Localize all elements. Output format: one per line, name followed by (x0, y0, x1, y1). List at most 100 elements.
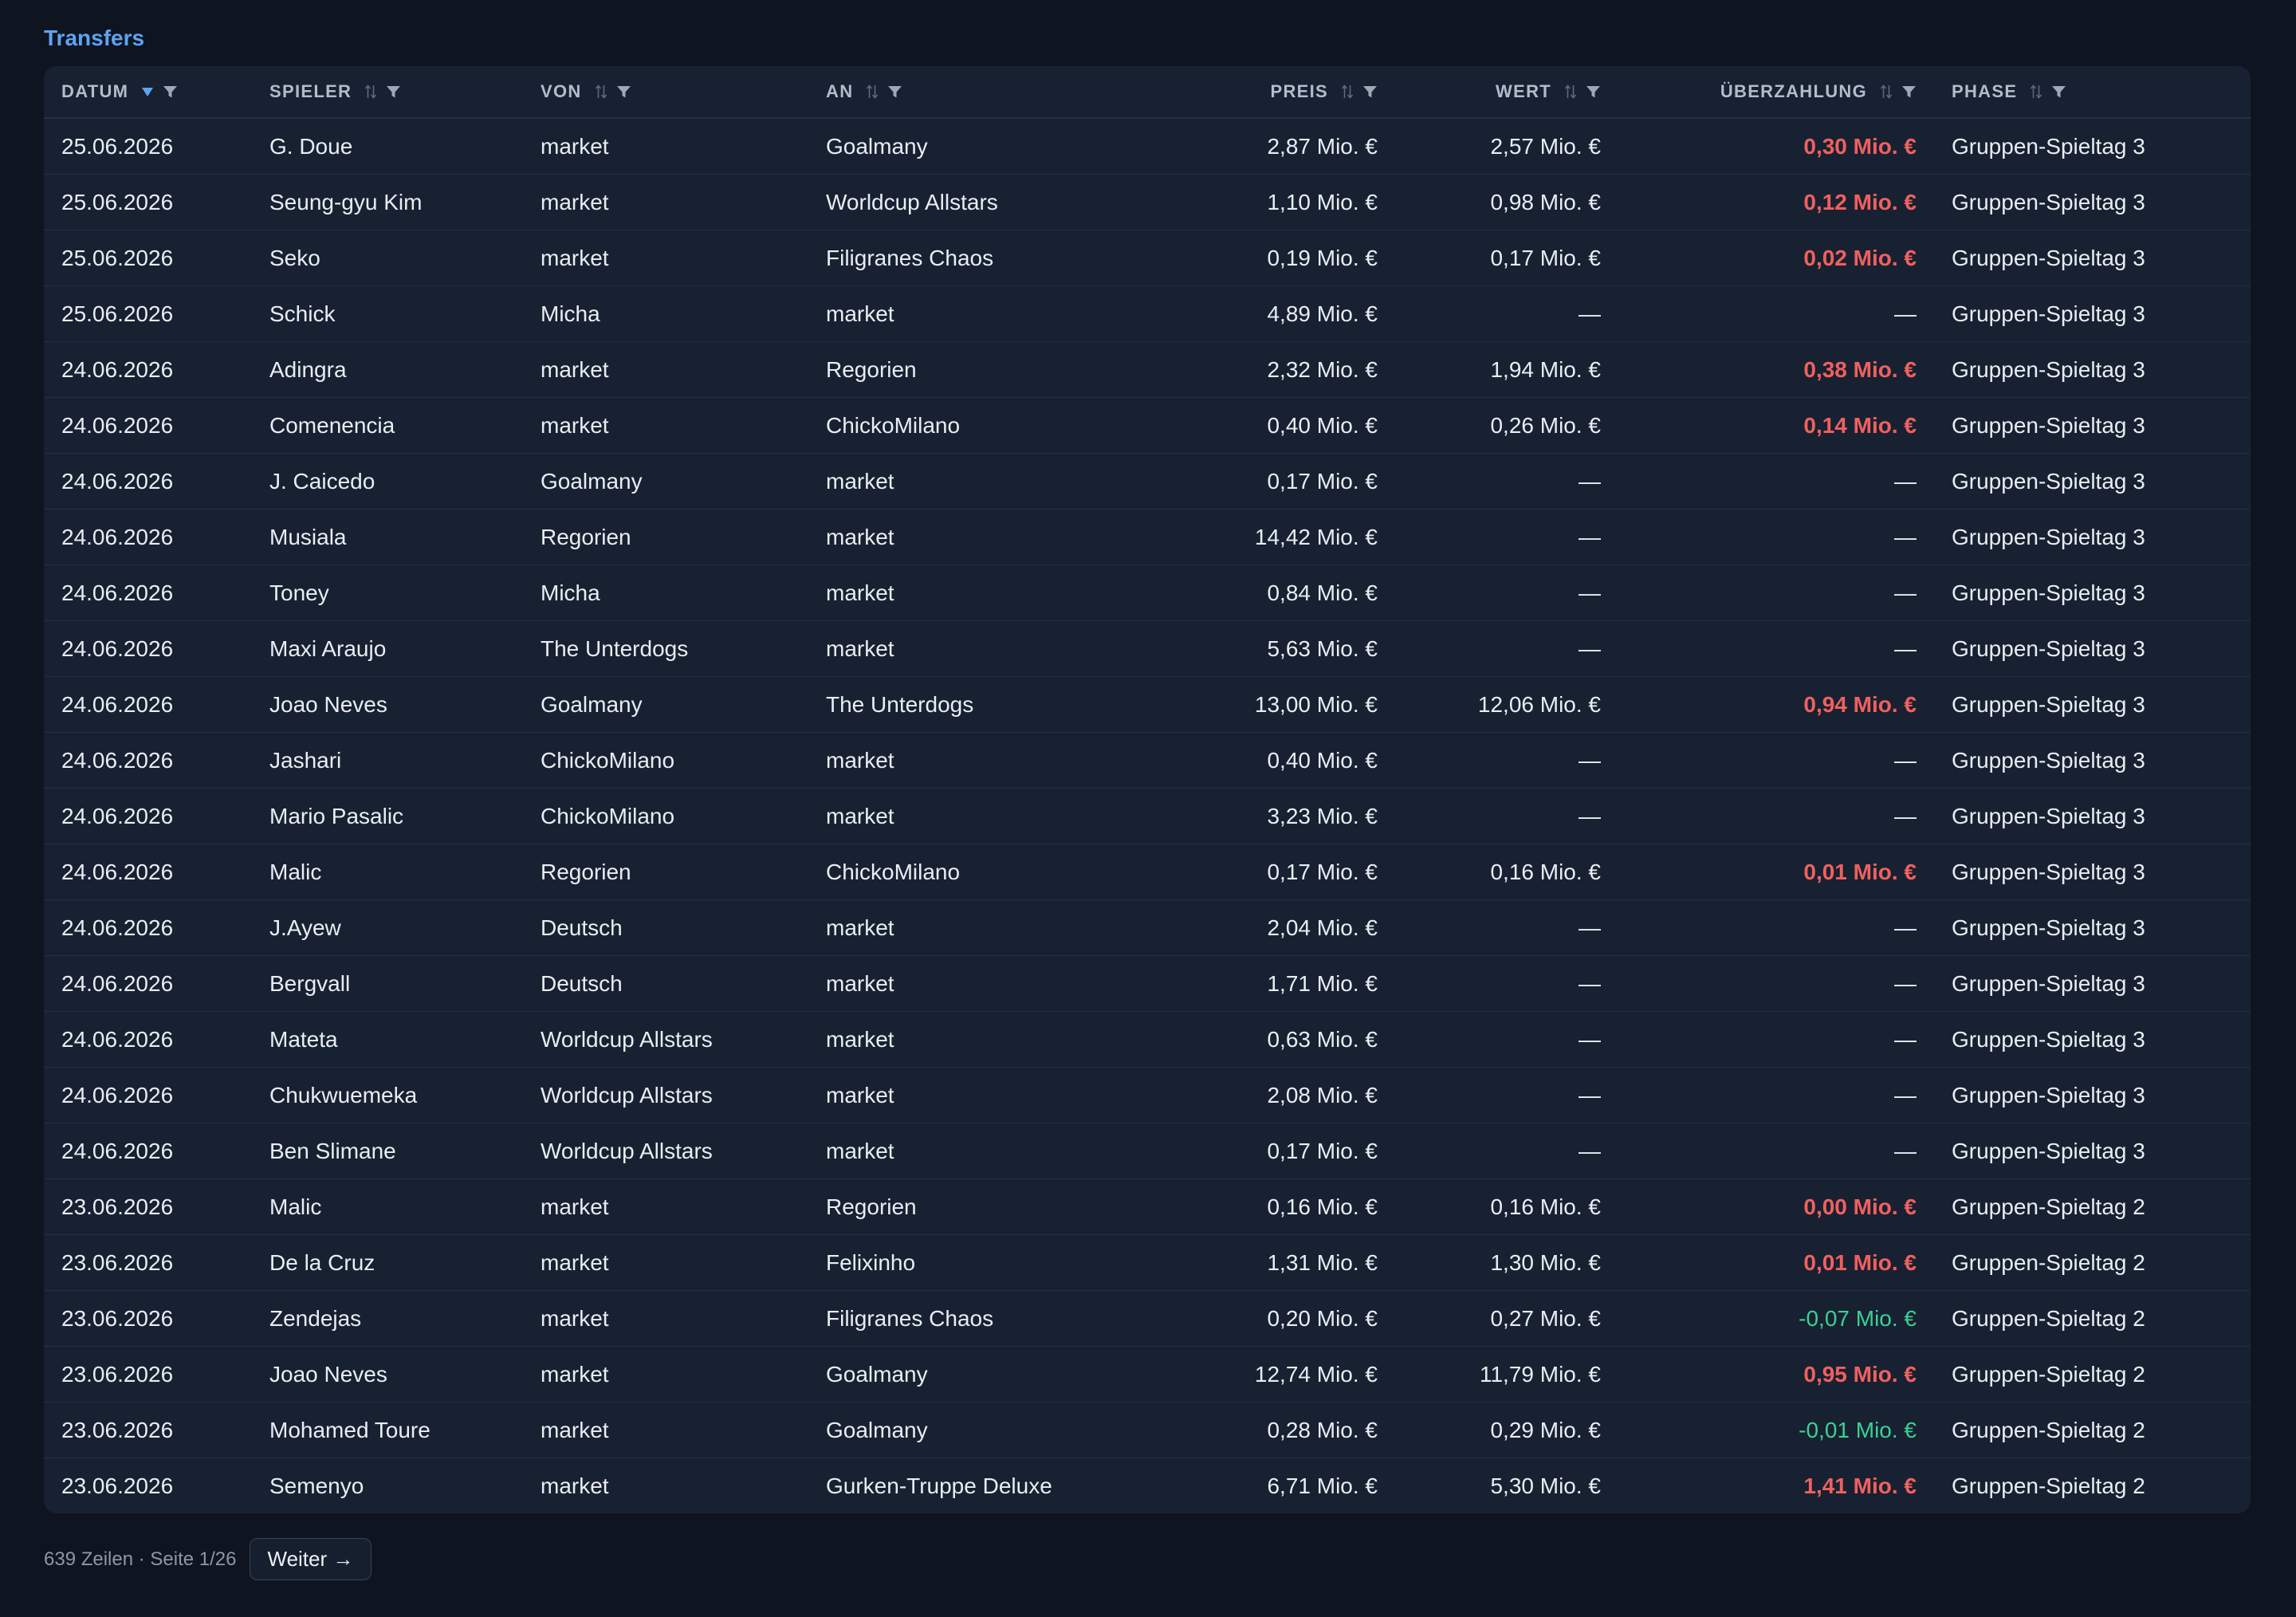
column-header-preis[interactable]: PREIS (1180, 66, 1395, 119)
cell-overpay: 0,94 Mio. € (1618, 676, 1934, 733)
sort-icon[interactable] (1880, 84, 1893, 100)
next-page-button[interactable]: Weiter → (249, 1538, 372, 1580)
cell-from: market (523, 1346, 808, 1403)
cell-phase: Gruppen-Spieltag 2 (1934, 1346, 2251, 1403)
cell-player: G. Doue (252, 118, 523, 175)
filter-icon[interactable] (887, 85, 902, 100)
cell-phase: Gruppen-Spieltag 2 (1952, 1473, 2145, 1498)
cell-phase: Gruppen-Spieltag 3 (1934, 118, 2251, 175)
cell-from: The Unterdogs (523, 620, 808, 677)
filter-icon[interactable] (1901, 85, 1917, 100)
cell-player: Ben Slimane (252, 1123, 523, 1179)
cell-overpay: 1,41 Mio. € (1803, 1473, 1917, 1498)
cell-price: 0,40 Mio. € (1180, 397, 1395, 454)
filter-icon[interactable] (2051, 85, 2066, 100)
cell-value: — (1395, 509, 1618, 565)
column-header-ueberzahlung[interactable]: ÜBERZAHLUNG (1618, 66, 1934, 119)
cell-from: market (523, 118, 808, 175)
cell-to: market (808, 1067, 1180, 1123)
cell-from: Micha (523, 285, 808, 342)
filter-icon[interactable] (1586, 85, 1601, 100)
cell-value: 0,16 Mio. € (1395, 844, 1618, 900)
cell-date: 23.06.2026 (44, 1178, 252, 1235)
cell-overpay: — (1618, 899, 1934, 956)
cell-price: 6,71 Mio. € (1267, 1473, 1378, 1498)
cell-to: Worldcup Allstars (808, 174, 1180, 230)
cell-phase: Gruppen-Spieltag 3 (1934, 174, 2251, 230)
cell-overpay: 0,12 Mio. € (1618, 174, 1934, 230)
cell-date: 24.06.2026 (44, 1123, 252, 1179)
cell-value: — (1395, 955, 1618, 1012)
cell-player: Seko (252, 230, 523, 286)
cell-date: 24.06.2026 (44, 955, 252, 1012)
cell-phase: Gruppen-Spieltag 3 (1934, 1011, 2251, 1068)
sort-icon[interactable] (1564, 84, 1577, 100)
table-row: 23.06.2026 Mohamed Toure market Goalmany 0,2… (44, 1402, 2251, 1458)
cell-from: Micha (523, 565, 808, 621)
column-header-spieler[interactable]: SPIELER (252, 66, 523, 119)
cell-player: Schick (252, 285, 523, 342)
table-row: 23.06.2026 Zendejas market Filigranes Chaos… (44, 1290, 2251, 1347)
cell-price: 14,42 Mio. € (1180, 509, 1395, 565)
cell-player: Mohamed Toure (252, 1402, 523, 1458)
cell-to: Goalmany (808, 1402, 1180, 1458)
cell-from: market (523, 1290, 808, 1347)
cell-date: 23.06.2026 (44, 1234, 252, 1291)
sort-desc-icon[interactable] (141, 86, 154, 97)
table-row: 25.06.2026 Schick Micha market 4,89 Mio. € — —… (44, 285, 2251, 342)
column-label: PREIS (1270, 81, 1328, 101)
filter-icon[interactable] (163, 85, 178, 100)
cell-overpay: 0,01 Mio. € (1618, 1234, 1934, 1291)
cell-to: Goalmany (808, 118, 1180, 175)
table-row: 24.06.2026 Toney Micha market 0,84 Mio. € — — G… (44, 565, 2251, 621)
cell-phase: Gruppen-Spieltag 2 (1934, 1290, 2251, 1347)
pagination-status: 639 Zeilen · Seite 1/26 (44, 1548, 237, 1570)
cell-value: — (1395, 1123, 1618, 1179)
filter-icon[interactable] (1362, 85, 1378, 100)
cell-price: 2,32 Mio. € (1180, 341, 1395, 398)
column-header-datum[interactable]: DATUM (44, 66, 252, 119)
cell-overpay: — (1618, 732, 1934, 789)
table-row: 25.06.2026 Seung-gyu Kim market Worldcup Al… (44, 174, 2251, 230)
cell-date: 24.06.2026 (44, 620, 252, 677)
cell-price: 1,31 Mio. € (1180, 1234, 1395, 1291)
cell-player: Comenencia (252, 397, 523, 454)
sort-icon[interactable] (2030, 84, 2042, 100)
column-header-an[interactable]: AN (808, 66, 1180, 119)
sort-icon[interactable] (1341, 84, 1354, 100)
cell-from: ChickoMilano (523, 732, 808, 789)
cell-phase: Gruppen-Spieltag 3 (1934, 285, 2251, 342)
cell-value: 1,30 Mio. € (1395, 1234, 1618, 1291)
cell-player: Zendejas (252, 1290, 523, 1347)
cell-phase: Gruppen-Spieltag 2 (1934, 1234, 2251, 1291)
column-header-von[interactable]: VON (523, 66, 808, 119)
cell-price: 3,23 Mio. € (1180, 788, 1395, 844)
cell-price: 0,17 Mio. € (1180, 844, 1395, 900)
cell-date: 24.06.2026 (44, 1067, 252, 1123)
cell-to: market (808, 453, 1180, 509)
cell-price: 0,17 Mio. € (1180, 453, 1395, 509)
filter-icon[interactable] (386, 85, 401, 100)
cell-from: market (523, 1402, 808, 1458)
cell-price: 0,40 Mio. € (1180, 732, 1395, 789)
cell-date: 23.06.2026 (61, 1473, 174, 1498)
cell-value: 2,57 Mio. € (1395, 118, 1618, 175)
cell-phase: Gruppen-Spieltag 3 (1934, 844, 2251, 900)
cell-to: Filigranes Chaos (808, 230, 1180, 286)
table-row: 24.06.2026 J.Ayew Deutsch market 2,04 Mio. €… (44, 899, 2251, 956)
cell-price: 12,74 Mio. € (1180, 1346, 1395, 1403)
sort-icon[interactable] (866, 84, 879, 100)
cell-from: Goalmany (523, 453, 808, 509)
column-header-phase[interactable]: PHASE (1934, 66, 2251, 119)
filter-icon[interactable] (616, 85, 631, 100)
cell-from: market (523, 174, 808, 230)
column-header-wert[interactable]: WERT (1395, 66, 1618, 119)
cell-phase: Gruppen-Spieltag 3 (1934, 230, 2251, 286)
cell-phase: Gruppen-Spieltag 3 (1934, 1123, 2251, 1179)
cell-value: — (1395, 620, 1618, 677)
column-label: DATUM (61, 81, 129, 101)
sort-icon[interactable] (595, 84, 607, 100)
sort-icon[interactable] (364, 84, 377, 100)
cell-overpay: 0,01 Mio. € (1618, 844, 1934, 900)
cell-player: J.Ayew (252, 899, 523, 956)
